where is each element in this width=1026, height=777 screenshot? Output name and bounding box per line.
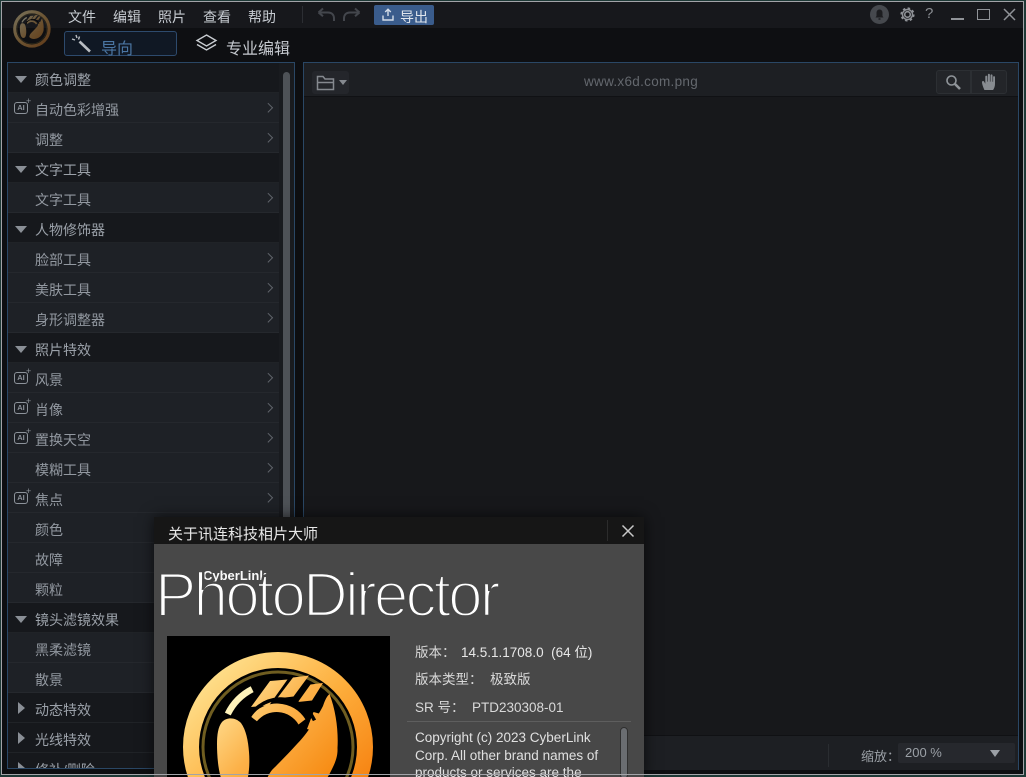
- svg-text:PhotoDirector: PhotoDirector: [155, 561, 500, 624]
